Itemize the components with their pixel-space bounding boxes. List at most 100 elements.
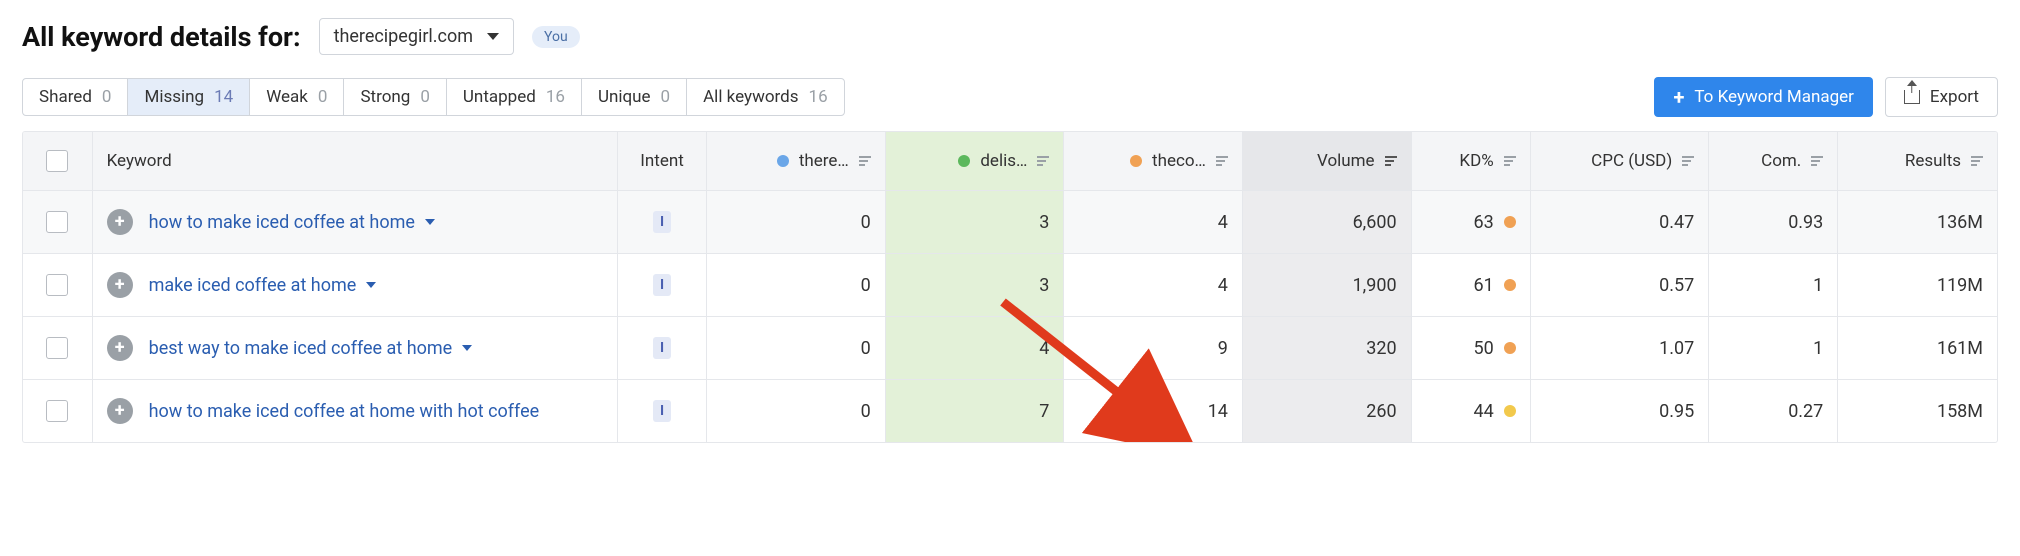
site1-cell: 0 (707, 191, 886, 253)
table-row: + how to make iced coffee at home with ho… (23, 379, 1997, 442)
keyword-link[interactable]: best way to make iced coffee at home (149, 338, 473, 359)
filter-tab-count: 0 (318, 87, 328, 107)
site1-cell: 0 (707, 317, 886, 379)
expand-button[interactable]: + (107, 209, 133, 235)
to-keyword-manager-button[interactable]: + To Keyword Manager (1654, 77, 1872, 117)
col-results[interactable]: Results (1838, 132, 1997, 190)
filter-tab-label: Weak (266, 87, 308, 107)
results-cell: 119M (1838, 254, 1997, 316)
keyword-link[interactable]: how to make iced coffee at home (149, 212, 435, 233)
keyword-table: Keyword Intent there… delis… theco… (22, 131, 1998, 443)
cpc-cell: 1.07 (1531, 317, 1710, 379)
col-volume-label: Volume (1317, 151, 1375, 171)
col-site1[interactable]: there… (707, 132, 886, 190)
filter-tab-unique[interactable]: Unique0 (582, 79, 687, 115)
kd-cell: 61 (1412, 254, 1531, 316)
col-site3[interactable]: theco… (1064, 132, 1243, 190)
plus-icon: + (115, 213, 125, 231)
keyword-link[interactable]: how to make iced coffee at home with hot… (149, 401, 540, 422)
site3-value: 4 (1218, 275, 1228, 296)
col-kd-label: KD% (1459, 151, 1493, 171)
results-value: 158M (1937, 401, 1983, 422)
site1-value: 0 (861, 212, 871, 233)
sort-icon (1216, 156, 1228, 166)
site1-cell: 0 (707, 254, 886, 316)
you-badge: You (532, 26, 580, 48)
row-checkbox[interactable] (46, 400, 68, 422)
filter-tab-count: 0 (102, 87, 112, 107)
col-volume[interactable]: Volume (1243, 132, 1412, 190)
filter-tab-all-keywords[interactable]: All keywords16 (687, 79, 844, 115)
expand-button[interactable]: + (107, 398, 133, 424)
dot-icon (958, 155, 970, 167)
difficulty-dot-icon (1504, 279, 1516, 291)
site3-cell: 9 (1064, 317, 1243, 379)
expand-button[interactable]: + (107, 272, 133, 298)
sort-icon (1971, 156, 1983, 166)
keyword-link[interactable]: make iced coffee at home (149, 275, 377, 296)
col-cpc[interactable]: CPC (USD) (1531, 132, 1710, 190)
difficulty-dot-icon (1504, 405, 1516, 417)
plus-icon: + (1673, 87, 1684, 107)
keyword-cell: + how to make iced coffee at home with ho… (93, 380, 618, 442)
filter-tabs: Shared0Missing14Weak0Strong0Untapped16Un… (22, 78, 845, 116)
site3-value: 9 (1218, 338, 1228, 359)
filter-tab-untapped[interactable]: Untapped16 (447, 79, 582, 115)
select-all-checkbox[interactable] (46, 150, 68, 172)
filter-tab-label: Untapped (463, 87, 536, 107)
filter-tab-count: 0 (420, 87, 430, 107)
dot-icon (1130, 155, 1142, 167)
col-intent[interactable]: Intent (618, 132, 707, 190)
com-cell: 1 (1709, 317, 1838, 379)
domain-select[interactable]: therecipegirl.com (319, 18, 514, 55)
col-com-label: Com. (1761, 151, 1801, 171)
row-checkbox[interactable] (46, 274, 68, 296)
col-keyword[interactable]: Keyword (93, 132, 618, 190)
filter-tab-weak[interactable]: Weak 0 (250, 79, 344, 115)
site2-value: 4 (1039, 338, 1049, 359)
row-select-cell (23, 191, 93, 253)
volume-cell: 1,900 (1243, 254, 1412, 316)
caret-down-icon (425, 219, 435, 225)
col-intent-label: Intent (640, 151, 684, 171)
expand-button[interactable]: + (107, 335, 133, 361)
keyword-cell: + best way to make iced coffee at home (93, 317, 618, 379)
filter-tab-label: Shared (39, 87, 92, 107)
export-button[interactable]: Export (1885, 77, 1998, 117)
filter-tab-strong[interactable]: Strong0 (344, 79, 446, 115)
keyword-cell: + how to make iced coffee at home (93, 191, 618, 253)
com-cell: 0.27 (1709, 380, 1838, 442)
intent-badge: I (653, 211, 671, 233)
sort-icon (1037, 156, 1049, 166)
col-site3-label: theco… (1152, 151, 1206, 171)
com-value: 1 (1813, 275, 1823, 296)
col-com[interactable]: Com. (1709, 132, 1838, 190)
site3-value: 14 (1208, 401, 1228, 422)
site1-cell: 0 (707, 380, 886, 442)
export-icon (1904, 90, 1920, 104)
sort-icon (1504, 156, 1516, 166)
export-label: Export (1930, 87, 1979, 107)
cpc-value: 0.47 (1659, 212, 1694, 233)
kd-value: 44 (1473, 401, 1493, 422)
col-results-label: Results (1905, 151, 1961, 171)
col-site2[interactable]: delis… (886, 132, 1065, 190)
filter-tab-shared[interactable]: Shared 0 (23, 79, 128, 115)
to-keyword-manager-label: To Keyword Manager (1694, 87, 1854, 107)
row-checkbox[interactable] (46, 337, 68, 359)
sort-icon (1385, 156, 1397, 166)
intent-badge: I (653, 400, 671, 422)
site2-cell: 3 (886, 191, 1065, 253)
volume-value: 1,900 (1353, 275, 1397, 296)
filter-tab-missing[interactable]: Missing14 (128, 79, 250, 115)
dot-icon (777, 155, 789, 167)
intent-badge: I (653, 274, 671, 296)
cpc-value: 0.57 (1659, 275, 1694, 296)
site2-value: 7 (1039, 401, 1049, 422)
col-kd[interactable]: KD% (1412, 132, 1531, 190)
keyword-text: best way to make iced coffee at home (149, 338, 453, 359)
volume-cell: 6,600 (1243, 191, 1412, 253)
results-value: 161M (1937, 338, 1983, 359)
intent-badge: I (653, 337, 671, 359)
row-checkbox[interactable] (46, 211, 68, 233)
